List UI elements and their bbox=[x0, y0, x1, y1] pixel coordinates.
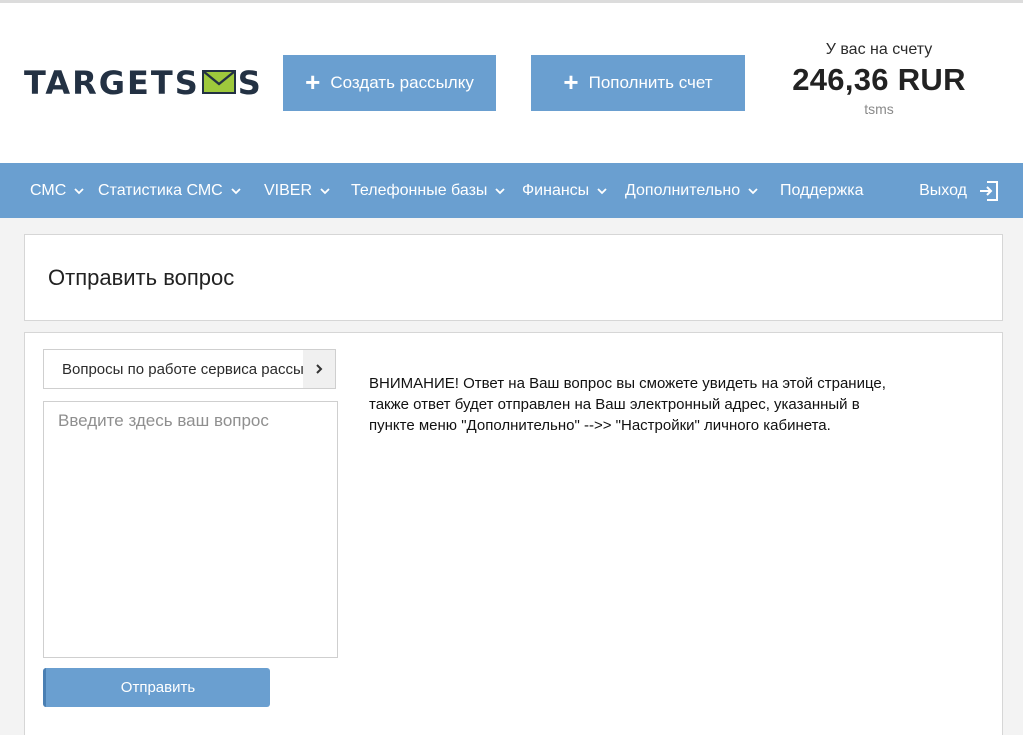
logo-text-end: S bbox=[237, 64, 263, 102]
account-login: tsms bbox=[864, 101, 894, 117]
plus-icon: + bbox=[305, 67, 321, 97]
balance-label: У вас на счету bbox=[825, 41, 933, 58]
nav-item-label: СМС bbox=[30, 181, 67, 199]
notice-line: пункте меню "Дополнительно" -->> "Настро… bbox=[369, 417, 831, 434]
nav-item-support[interactable]: Поддержка bbox=[780, 163, 863, 218]
nav-item-label: Статистика СМС bbox=[98, 181, 223, 199]
chevron-down-icon bbox=[231, 187, 241, 194]
main-nav: СМС Статистика СМС VIBER Телефонные базы… bbox=[0, 163, 1023, 218]
nav-item-phone-bases[interactable]: Телефонные базы bbox=[351, 163, 506, 218]
page-title-panel: Отправить вопрос bbox=[24, 234, 1003, 321]
logout-label: Выход bbox=[919, 181, 967, 199]
nav-item-sms[interactable]: СМС bbox=[30, 163, 84, 218]
chevron-down-icon bbox=[495, 187, 506, 194]
top-up-button[interactable]: + Пополнить счет bbox=[531, 55, 745, 111]
balance-amount: 246,36 RUR bbox=[792, 62, 966, 97]
logout-icon bbox=[980, 180, 998, 201]
logo-text: TARGET bbox=[24, 64, 175, 102]
logout-link[interactable]: Выход bbox=[919, 163, 999, 218]
nav-item-label: VIBER bbox=[264, 181, 313, 199]
nav-item-label: Поддержка bbox=[780, 181, 864, 199]
notice-line: ВНИМАНИЕ! Ответ на Ваш вопрос вы сможете… bbox=[369, 375, 886, 392]
header: TARGET S S + Создать рассылку + Пополнить… bbox=[0, 3, 1023, 163]
send-button[interactable]: Отправить bbox=[43, 668, 270, 707]
nav-item-sms-stats[interactable]: Статистика СМС bbox=[98, 163, 241, 218]
chevron-right-icon bbox=[303, 350, 335, 388]
chevron-down-icon bbox=[597, 187, 607, 194]
topic-select-value: Вопросы по работе сервиса рассылок bbox=[62, 361, 304, 378]
nav-item-viber[interactable]: VIBER bbox=[264, 163, 330, 218]
page-title: Отправить вопрос bbox=[48, 265, 235, 290]
chevron-down-icon bbox=[748, 187, 758, 194]
create-mailing-button[interactable]: + Создать рассылку bbox=[283, 55, 496, 111]
chevron-down-icon bbox=[74, 187, 84, 194]
logo-text-s: S bbox=[174, 64, 200, 102]
logo[interactable]: TARGET S S bbox=[24, 64, 263, 102]
envelope-icon bbox=[201, 64, 236, 102]
notice-line: также ответ будет отправлен на Ваш элект… bbox=[369, 396, 860, 413]
nav-item-label: Дополнительно bbox=[625, 181, 741, 199]
notice-text: ВНИМАНИЕ! Ответ на Ваш вопрос вы сможете… bbox=[369, 373, 949, 436]
topic-select[interactable]: Вопросы по работе сервиса рассылок bbox=[43, 349, 336, 389]
nav-item-additional[interactable]: Дополнительно bbox=[625, 163, 758, 218]
balance-block: У вас на счету 246,36 RUR tsms bbox=[780, 41, 978, 117]
create-mailing-label: Создать рассылку bbox=[330, 73, 474, 92]
question-form-panel: Вопросы по работе сервиса рассылок Отпра… bbox=[24, 332, 1003, 735]
plus-icon: + bbox=[563, 67, 579, 97]
nav-item-label: Телефонные базы bbox=[351, 181, 488, 199]
nav-item-label: Финансы bbox=[522, 181, 590, 199]
nav-item-finance[interactable]: Финансы bbox=[522, 163, 607, 218]
top-up-label: Пополнить счет bbox=[588, 73, 713, 92]
chevron-down-icon bbox=[320, 187, 330, 194]
question-input[interactable] bbox=[43, 401, 338, 658]
